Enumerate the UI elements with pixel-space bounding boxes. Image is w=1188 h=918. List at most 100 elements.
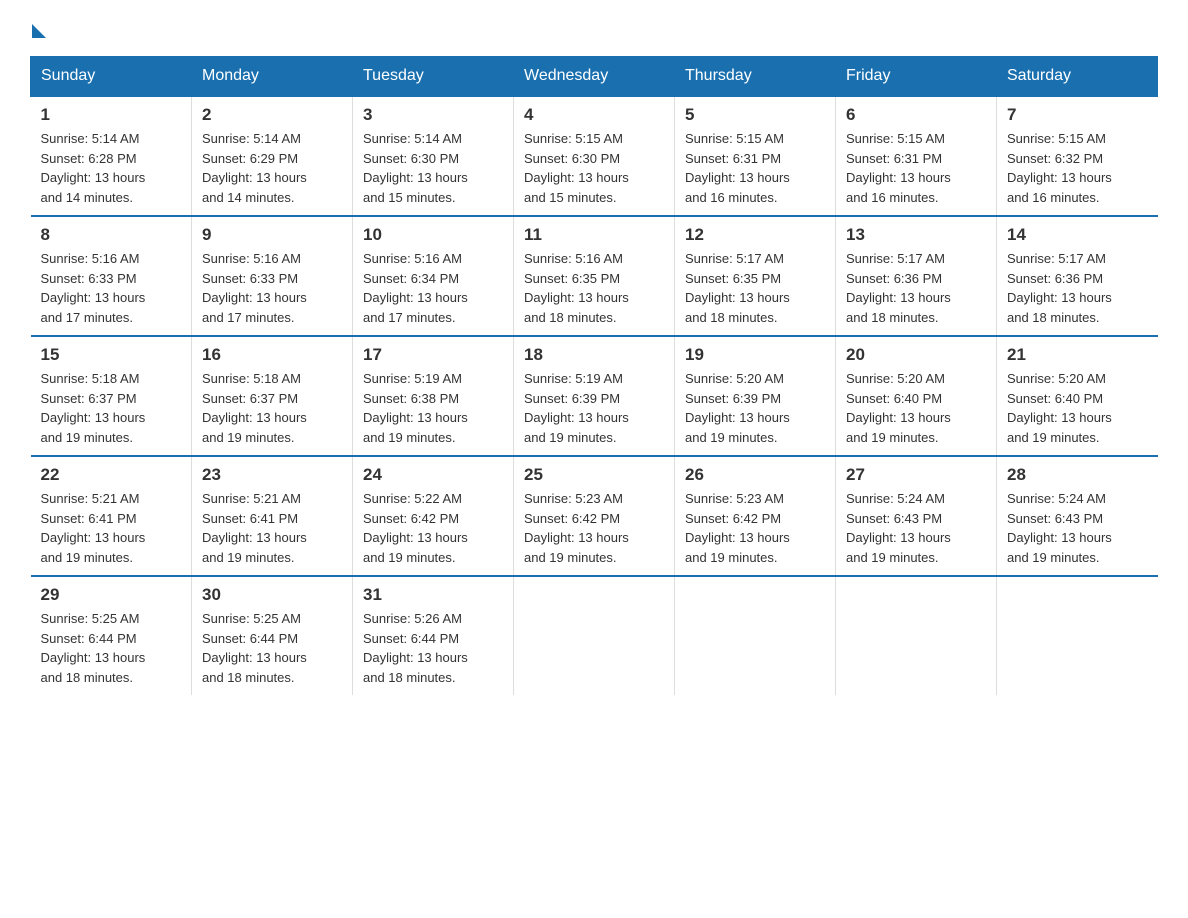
calendar-header: SundayMondayTuesdayWednesdayThursdayFrid… bbox=[31, 57, 1158, 97]
header-row: SundayMondayTuesdayWednesdayThursdayFrid… bbox=[31, 57, 1158, 97]
calendar-cell bbox=[836, 576, 997, 695]
day-info: Sunrise: 5:18 AMSunset: 6:37 PMDaylight:… bbox=[202, 369, 342, 447]
header-sunday: Sunday bbox=[31, 57, 192, 97]
day-number: 25 bbox=[524, 465, 664, 485]
calendar-cell: 11Sunrise: 5:16 AMSunset: 6:35 PMDayligh… bbox=[514, 216, 675, 336]
day-info: Sunrise: 5:15 AMSunset: 6:31 PMDaylight:… bbox=[685, 129, 825, 207]
day-number: 5 bbox=[685, 105, 825, 125]
day-number: 27 bbox=[846, 465, 986, 485]
day-info: Sunrise: 5:17 AMSunset: 6:36 PMDaylight:… bbox=[846, 249, 986, 327]
week-row-3: 15Sunrise: 5:18 AMSunset: 6:37 PMDayligh… bbox=[31, 336, 1158, 456]
calendar-cell: 30Sunrise: 5:25 AMSunset: 6:44 PMDayligh… bbox=[192, 576, 353, 695]
calendar-cell: 27 Sunrise: 5:24 AMSunset: 6:43 PMDayligh… bbox=[836, 456, 997, 576]
day-info: Sunrise: 5:23 AMSunset: 6:42 PMDaylight:… bbox=[524, 489, 664, 567]
day-number: 3 bbox=[363, 105, 503, 125]
day-info: Sunrise: 5:19 AMSunset: 6:38 PMDaylight:… bbox=[363, 369, 503, 447]
day-number: 8 bbox=[41, 225, 182, 245]
day-number: 23 bbox=[202, 465, 342, 485]
day-info: Sunrise: 5:14 AMSunset: 6:30 PMDaylight:… bbox=[363, 129, 503, 207]
week-row-5: 29 Sunrise: 5:25 AMSunset: 6:44 PMDayligh… bbox=[31, 576, 1158, 695]
logo-arrow-icon bbox=[32, 24, 46, 38]
day-info: Sunrise: 5:15 AMSunset: 6:30 PMDaylight:… bbox=[524, 129, 664, 207]
day-number: 9 bbox=[202, 225, 342, 245]
day-number: 16 bbox=[202, 345, 342, 365]
day-number: 20 bbox=[846, 345, 986, 365]
day-number: 7 bbox=[1007, 105, 1148, 125]
day-number: 29 bbox=[41, 585, 182, 605]
calendar-cell: 20 Sunrise: 5:20 AMSunset: 6:40 PMDayligh… bbox=[836, 336, 997, 456]
day-info: Sunrise: 5:19 AMSunset: 6:39 PMDaylight:… bbox=[524, 369, 664, 447]
calendar-body: 1 Sunrise: 5:14 AMSunset: 6:28 PMDaylight… bbox=[31, 96, 1158, 695]
day-number: 10 bbox=[363, 225, 503, 245]
day-info: Sunrise: 5:17 AMSunset: 6:35 PMDaylight:… bbox=[685, 249, 825, 327]
page-header bbox=[30, 20, 1158, 36]
calendar-cell: 22 Sunrise: 5:21 AMSunset: 6:41 PMDayligh… bbox=[31, 456, 192, 576]
day-info: Sunrise: 5:14 AMSunset: 6:29 PMDaylight:… bbox=[202, 129, 342, 207]
day-number: 31 bbox=[363, 585, 503, 605]
day-info: Sunrise: 5:24 AMSunset: 6:43 PMDaylight:… bbox=[846, 489, 986, 567]
calendar-cell: 3 Sunrise: 5:14 AMSunset: 6:30 PMDaylight… bbox=[353, 96, 514, 216]
day-number: 22 bbox=[41, 465, 182, 485]
day-info: Sunrise: 5:14 AMSunset: 6:28 PMDaylight:… bbox=[41, 129, 182, 207]
day-info: Sunrise: 5:21 AMSunset: 6:41 PMDaylight:… bbox=[202, 489, 342, 567]
day-info: Sunrise: 5:21 AMSunset: 6:41 PMDaylight:… bbox=[41, 489, 182, 567]
calendar-cell: 18 Sunrise: 5:19 AMSunset: 6:39 PMDayligh… bbox=[514, 336, 675, 456]
day-number: 26 bbox=[685, 465, 825, 485]
day-number: 21 bbox=[1007, 345, 1148, 365]
day-info: Sunrise: 5:20 AMSunset: 6:40 PMDaylight:… bbox=[846, 369, 986, 447]
day-info: Sunrise: 5:25 AMSunset: 6:44 PMDaylight:… bbox=[41, 609, 182, 687]
logo bbox=[30, 20, 46, 36]
day-number: 18 bbox=[524, 345, 664, 365]
day-number: 14 bbox=[1007, 225, 1148, 245]
calendar-cell: 28 Sunrise: 5:24 AMSunset: 6:43 PMDayligh… bbox=[997, 456, 1158, 576]
day-info: Sunrise: 5:18 AMSunset: 6:37 PMDaylight:… bbox=[41, 369, 182, 447]
calendar-cell: 26Sunrise: 5:23 AMSunset: 6:42 PMDayligh… bbox=[675, 456, 836, 576]
day-number: 4 bbox=[524, 105, 664, 125]
week-row-4: 22 Sunrise: 5:21 AMSunset: 6:41 PMDayligh… bbox=[31, 456, 1158, 576]
day-number: 13 bbox=[846, 225, 986, 245]
calendar-cell: 7 Sunrise: 5:15 AMSunset: 6:32 PMDaylight… bbox=[997, 96, 1158, 216]
calendar-cell: 13 Sunrise: 5:17 AMSunset: 6:36 PMDayligh… bbox=[836, 216, 997, 336]
day-info: Sunrise: 5:16 AMSunset: 6:33 PMDaylight:… bbox=[202, 249, 342, 327]
week-row-2: 8 Sunrise: 5:16 AMSunset: 6:33 PMDaylight… bbox=[31, 216, 1158, 336]
header-monday: Monday bbox=[192, 57, 353, 97]
calendar-cell: 10 Sunrise: 5:16 AMSunset: 6:34 PMDayligh… bbox=[353, 216, 514, 336]
day-info: Sunrise: 5:16 AMSunset: 6:34 PMDaylight:… bbox=[363, 249, 503, 327]
day-number: 24 bbox=[363, 465, 503, 485]
calendar-cell: 31 Sunrise: 5:26 AMSunset: 6:44 PMDayligh… bbox=[353, 576, 514, 695]
calendar-cell: 16 Sunrise: 5:18 AMSunset: 6:37 PMDayligh… bbox=[192, 336, 353, 456]
calendar-cell: 8Sunrise: 5:16 AMSunset: 6:33 PMDaylight… bbox=[31, 216, 192, 336]
day-number: 28 bbox=[1007, 465, 1148, 485]
calendar-cell: 14 Sunrise: 5:17 AMSunset: 6:36 PMDayligh… bbox=[997, 216, 1158, 336]
header-friday: Friday bbox=[836, 57, 997, 97]
day-number: 2 bbox=[202, 105, 342, 125]
day-info: Sunrise: 5:25 AMSunset: 6:44 PMDaylight:… bbox=[202, 609, 342, 687]
week-row-1: 1 Sunrise: 5:14 AMSunset: 6:28 PMDaylight… bbox=[31, 96, 1158, 216]
calendar-cell: 1 Sunrise: 5:14 AMSunset: 6:28 PMDaylight… bbox=[31, 96, 192, 216]
day-info: Sunrise: 5:15 AMSunset: 6:32 PMDaylight:… bbox=[1007, 129, 1148, 207]
header-tuesday: Tuesday bbox=[353, 57, 514, 97]
day-number: 17 bbox=[363, 345, 503, 365]
calendar-cell: 5 Sunrise: 5:15 AMSunset: 6:31 PMDaylight… bbox=[675, 96, 836, 216]
calendar-cell: 2 Sunrise: 5:14 AMSunset: 6:29 PMDaylight… bbox=[192, 96, 353, 216]
calendar-cell: 24 Sunrise: 5:22 AMSunset: 6:42 PMDayligh… bbox=[353, 456, 514, 576]
calendar-table: SundayMondayTuesdayWednesdayThursdayFrid… bbox=[30, 56, 1158, 695]
day-info: Sunrise: 5:26 AMSunset: 6:44 PMDaylight:… bbox=[363, 609, 503, 687]
calendar-cell: 6 Sunrise: 5:15 AMSunset: 6:31 PMDaylight… bbox=[836, 96, 997, 216]
day-info: Sunrise: 5:24 AMSunset: 6:43 PMDaylight:… bbox=[1007, 489, 1148, 567]
header-thursday: Thursday bbox=[675, 57, 836, 97]
day-info: Sunrise: 5:16 AMSunset: 6:35 PMDaylight:… bbox=[524, 249, 664, 327]
calendar-cell: 29 Sunrise: 5:25 AMSunset: 6:44 PMDayligh… bbox=[31, 576, 192, 695]
calendar-cell: 12 Sunrise: 5:17 AMSunset: 6:35 PMDayligh… bbox=[675, 216, 836, 336]
day-info: Sunrise: 5:22 AMSunset: 6:42 PMDaylight:… bbox=[363, 489, 503, 567]
day-number: 6 bbox=[846, 105, 986, 125]
calendar-cell: 15Sunrise: 5:18 AMSunset: 6:37 PMDayligh… bbox=[31, 336, 192, 456]
calendar-cell bbox=[514, 576, 675, 695]
calendar-cell: 25 Sunrise: 5:23 AMSunset: 6:42 PMDayligh… bbox=[514, 456, 675, 576]
day-number: 12 bbox=[685, 225, 825, 245]
day-info: Sunrise: 5:15 AMSunset: 6:31 PMDaylight:… bbox=[846, 129, 986, 207]
day-info: Sunrise: 5:17 AMSunset: 6:36 PMDaylight:… bbox=[1007, 249, 1148, 327]
header-wednesday: Wednesday bbox=[514, 57, 675, 97]
day-number: 1 bbox=[41, 105, 182, 125]
header-saturday: Saturday bbox=[997, 57, 1158, 97]
